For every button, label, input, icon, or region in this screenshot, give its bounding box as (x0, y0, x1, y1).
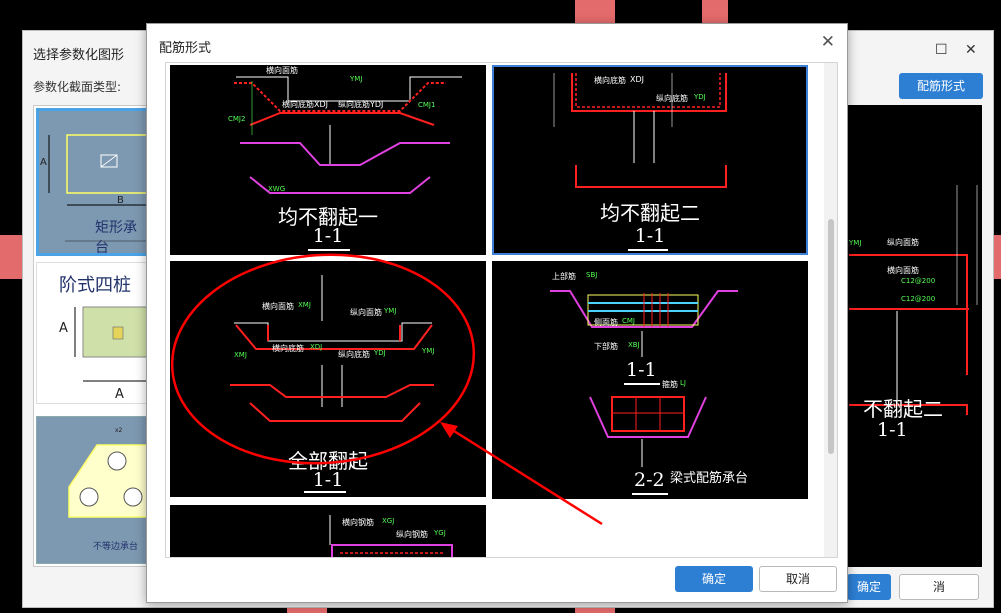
thumb-caption: 不等边承台 (93, 542, 139, 552)
back-cancel-button[interactable]: 消 (899, 574, 979, 600)
back-confirm-button[interactable]: 确定 (847, 574, 891, 600)
maximize-icon[interactable]: ☐ (935, 42, 948, 58)
rebar-form-button[interactable]: 配筋形式 (899, 73, 983, 99)
preview-section: 1-1 (877, 419, 908, 441)
cell-section-2: 2-2 (634, 469, 665, 491)
rebar-label: 横向钢筋 (342, 518, 374, 527)
rebar-option-none-raised-1[interactable]: 横向面筋 横向底筋XDJ 纵向底筋YDJ CMJ2 CMJ1 XWG YMJ 均… (170, 65, 486, 255)
preview-drawing (849, 185, 978, 415)
rebar-label: XWG (268, 185, 286, 193)
rebar-label: YMJ (384, 307, 397, 315)
rebar-label: 上部筋 (552, 272, 576, 281)
confirm-button[interactable]: 确定 (675, 566, 753, 592)
bg-tab-3 (0, 235, 22, 279)
section-type-label: 参数化截面类型: (33, 80, 122, 94)
section-underline (308, 249, 350, 251)
rebar-label: 下部筋 (594, 342, 618, 351)
rebar-label: CMJ (622, 317, 635, 325)
rebar-option-5[interactable]: 横向钢筋 XGJ 纵向钢筋 YGJ (170, 505, 486, 557)
vertical-scrollbar[interactable] (824, 63, 837, 557)
rebar-label: 横向面筋 (262, 302, 294, 311)
rebar-label: YMJ (422, 347, 435, 355)
cell-section: 1-1 (312, 469, 344, 491)
rebar-label: 横向底筋 (272, 344, 304, 353)
rebar-label: LJ (680, 379, 686, 387)
close-icon[interactable]: ✕ (821, 32, 835, 52)
cell-section-1: 1-1 (626, 359, 657, 381)
stepped-thumb-drawing (74, 306, 149, 382)
dim-a-label: A (40, 157, 47, 168)
bg-tab-1 (575, 0, 615, 24)
preview-label: C12@200 (901, 277, 936, 285)
rebar-label: XMJ (234, 351, 247, 359)
rebar-label: CMJ2 (228, 115, 246, 123)
scrollbar-thumb[interactable] (828, 219, 834, 454)
rebar-label: CMJ1 (418, 101, 436, 109)
rebar-option-all-raised[interactable]: 横向面筋 XMJ 纵向面筋 YMJ 横向底筋 XDJ 纵向底筋 YDJ XMJ … (170, 261, 486, 497)
rebar-label: XBJ (628, 341, 640, 349)
cell-section: 1-1 (634, 225, 666, 247)
rebar-label: YGJ (434, 529, 446, 537)
preview-label: YMJ (849, 239, 862, 247)
cell-title: 梁式配筋承台 (670, 471, 749, 486)
rebar-label: XGJ (382, 517, 395, 525)
rebar-label: 纵向面筋 (350, 308, 382, 317)
rebar-option-none-raised-2[interactable]: 横向底筋 XDJ 纵向底筋 YDJ 均不翻起二 1-1 (492, 65, 808, 255)
rebar-label: 横向面筋 (266, 66, 298, 75)
rebar-label: YMJ (350, 75, 363, 83)
rebar-label: 横向底筋XDJ (282, 100, 328, 109)
rebar-label: 纵向钢筋 (396, 530, 428, 539)
preview-label: C12@200 (901, 295, 936, 303)
dim-a-label-bottom: A (115, 387, 124, 402)
bg-tab-2 (702, 0, 728, 24)
dialog-title: 选择参数化图形 (33, 48, 125, 63)
cancel-button[interactable]: 取消 (759, 566, 837, 592)
section-underline (304, 491, 346, 493)
cell-section: 1-1 (312, 225, 344, 247)
rebar-label: YDJ (374, 349, 386, 357)
cell-title: 均不翻起二 (600, 201, 700, 225)
dim-a-label: A (59, 321, 68, 336)
preview-label: 纵向面筋 (887, 238, 919, 247)
rebar-label: SBJ (586, 271, 598, 279)
shape-thumb-stepped-four-pile[interactable]: 阶式四桩 A A (36, 262, 150, 404)
section-underline (624, 383, 660, 385)
close-icon[interactable]: ✕ (965, 42, 977, 58)
rebar-form-grid: 横向面筋 横向底筋XDJ 纵向底筋YDJ CMJ2 CMJ1 XWG YMJ 均… (165, 62, 838, 558)
rebar-label: 侧面筋 (594, 318, 618, 327)
rebar-option-beam-type[interactable]: 上部筋 SBJ 下部筋 XBJ 箍筋 LJ 侧面筋 CMJ 1-1 2-2 梁式… (492, 261, 808, 499)
shape-thumbnail-list: A B 矩形承台 阶式四桩 A A x2 不等边承台 (33, 105, 151, 567)
rebar-label: XDJ (310, 343, 323, 351)
preview-title: 不翻起二 (863, 397, 943, 421)
rebar-label: 箍筋 (662, 380, 678, 389)
rebar-label: YDJ (694, 93, 706, 101)
dim-b-label: B (117, 195, 124, 206)
preview-label: 横向面筋 (887, 266, 919, 275)
shape-thumb-unequal-side[interactable]: x2 不等边承台 (36, 416, 150, 564)
rebar-label: 纵向底筋 (656, 94, 688, 103)
rebar-label: 纵向底筋 (338, 350, 370, 359)
rebar-label: 纵向底筋YDJ (338, 100, 384, 109)
section-underline (628, 249, 668, 251)
dialog-title: 配筋形式 (159, 41, 212, 56)
rebar-label: XDJ (630, 75, 644, 84)
rebar-label: XMJ (298, 301, 311, 309)
shape-thumb-rectangular[interactable]: A B 矩形承台 (36, 108, 150, 256)
dim-x2-label: x2 (115, 427, 123, 434)
thumb-caption: 矩形承台 (95, 220, 137, 256)
rebar-form-dialog: 配筋形式 ✕ 横向面筋 横向底筋XDJ 纵向底筋YDJ CMJ2 CMJ1 XW… (146, 23, 848, 603)
section-underline (632, 493, 668, 495)
rebar-label: 横向底筋 (594, 76, 626, 85)
preview-panel: 纵向面筋 YMJ 横向面筋 C12@200 C12@200 不翻起二 1-1 (847, 105, 982, 567)
